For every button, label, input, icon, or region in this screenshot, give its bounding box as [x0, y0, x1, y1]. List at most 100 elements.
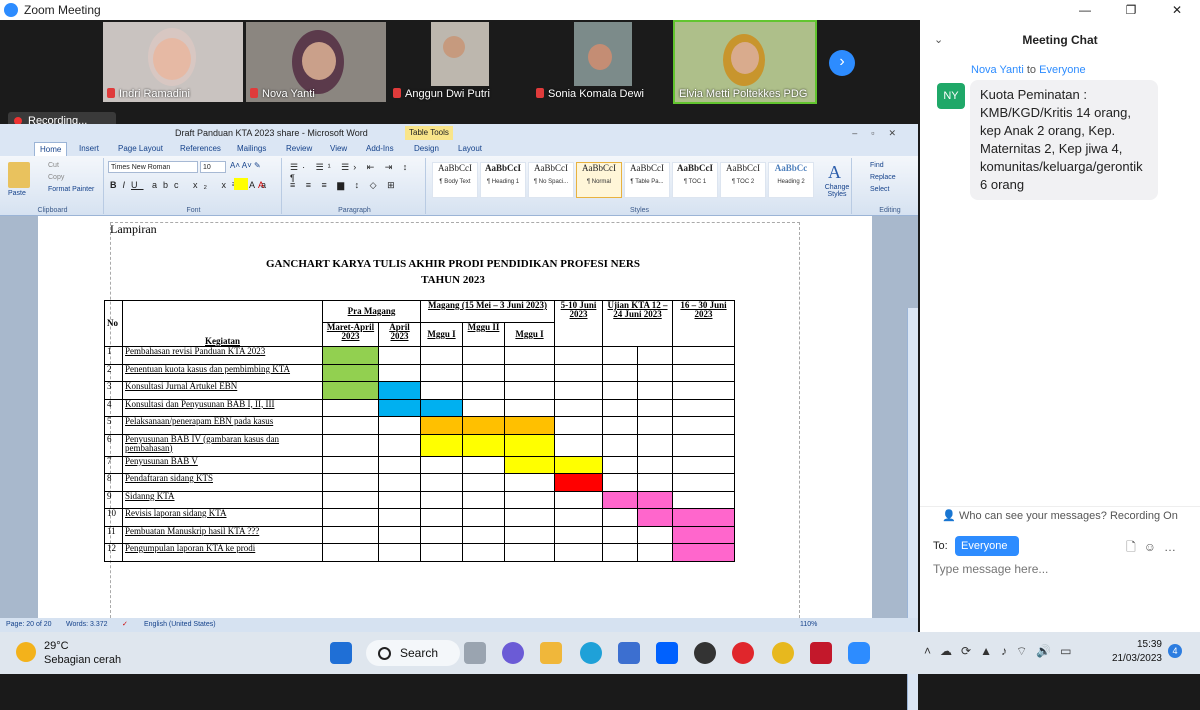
style-table-paragraph[interactable]: AaBbCcI ¶ Table Pa...	[624, 162, 670, 198]
tab-add-ins[interactable]: Add-Ins	[366, 144, 394, 153]
timeline-cell	[672, 433, 735, 457]
replace-button[interactable]: Replace	[870, 174, 896, 181]
timeline-cell	[322, 455, 379, 474]
tab-review[interactable]: Review	[286, 144, 312, 153]
timeline-cell	[322, 525, 379, 544]
timeline-cell	[420, 363, 463, 382]
tab-design[interactable]: Design	[414, 144, 439, 153]
zoom-logo-icon	[4, 3, 18, 17]
chat-title: Meeting Chat	[1022, 33, 1098, 47]
zoom-icon[interactable]	[848, 642, 870, 664]
dropbox-icon[interactable]	[656, 642, 678, 664]
notification-badge[interactable]: 4	[1168, 644, 1182, 658]
timeline-cell	[672, 416, 735, 435]
next-page-button[interactable]: ›	[829, 50, 855, 76]
tab-view[interactable]: View	[330, 144, 347, 153]
meeting-stage: Indri Ramadini Nova Yanti Anggun Dwi Put…	[0, 20, 920, 710]
row-kegiatan: Pembahasan revisi Panduan KTA 2023	[122, 346, 323, 365]
select-button[interactable]: Select	[870, 186, 889, 193]
who-can-see-link[interactable]: 👤 Who can see your messages? Recording O…	[920, 506, 1200, 522]
change-styles-button[interactable]: Change Styles	[820, 184, 854, 198]
find-button[interactable]: Find	[870, 162, 884, 169]
header-5-10-juni: 5-10 Juni 2023	[554, 300, 603, 347]
file-explorer-icon[interactable]	[540, 642, 562, 664]
clipboard-group: Paste Cut Copy Format Painter Clipboard	[2, 158, 104, 214]
document-area: Lampiran GANCHART KARYA TULIS AKHIR PROD…	[0, 216, 918, 710]
chrome-icon[interactable]	[772, 642, 794, 664]
lampiran-text: Lampiran	[110, 222, 157, 236]
style-body-text[interactable]: AaBbCcI ¶ Body Text	[432, 162, 478, 198]
row-number: 8	[104, 473, 123, 492]
font-name-select[interactable]: Times New Roman	[108, 161, 198, 173]
header-minggu-2: Mggu II	[462, 322, 505, 347]
tab-references[interactable]: References	[180, 144, 221, 153]
store-icon[interactable]	[618, 642, 640, 664]
clock[interactable]: 15:39 21/03/2023	[1100, 638, 1162, 666]
timeline-cell	[462, 455, 505, 474]
table-tools-label: Table Tools	[405, 126, 453, 140]
participant-tile[interactable]: Anggun Dwi Putri	[389, 22, 529, 102]
style-toc-2[interactable]: AaBbCcI ¶ TOC 2	[720, 162, 766, 198]
format-painter-button[interactable]: Format Painter	[48, 186, 94, 193]
participant-tile-active-speaker[interactable]: Elvia Metti Poltekkes PDG	[673, 20, 817, 104]
font-size-select[interactable]: 10	[200, 161, 226, 173]
style-heading-1[interactable]: AaBbCcI ¶ Heading 1	[480, 162, 526, 198]
header-kegiatan: Kegiatan	[122, 300, 323, 347]
timeline-cell	[322, 363, 379, 382]
taskbar-search[interactable]: Search	[366, 640, 460, 666]
shared-screen-word: Draft Panduan KTA 2023 share - Microsoft…	[0, 124, 918, 710]
task-view-icon[interactable]	[464, 642, 486, 664]
chat-message-input[interactable]	[933, 560, 1183, 578]
document-page[interactable]: Lampiran GANCHART KARYA TULIS AKHIR PROD…	[38, 216, 872, 618]
style-no-spacing[interactable]: AaBbCcI ¶ No Spaci...	[528, 162, 574, 198]
recipient-select[interactable]: Everyone ⌄	[955, 536, 1019, 572]
timeline-cell	[637, 473, 673, 492]
participant-tile[interactable]: Sonia Komala Dewi	[532, 22, 672, 102]
timeline-cell	[554, 381, 603, 400]
timeline-cell	[637, 346, 673, 365]
alignment-buttons[interactable]: ≡ ≡ ≡ ▆ ↕ ◇ ⊞	[290, 180, 399, 191]
copy-button[interactable]: Copy	[48, 174, 64, 181]
timeline-cell	[504, 346, 555, 365]
timeline-cell	[672, 473, 735, 492]
highlight-color-icon[interactable]	[234, 178, 248, 190]
cut-button[interactable]: Cut	[48, 162, 59, 169]
grow-shrink-font-buttons[interactable]: A˄ A˅ ✎	[230, 161, 261, 170]
chat-message: Kuota Peminatan : KMB/KGD/Kritis 14 oran…	[970, 80, 1158, 200]
opera-icon[interactable]	[732, 642, 754, 664]
timeline-cell	[672, 543, 735, 562]
row-number: 9	[104, 490, 123, 509]
tab-mailings[interactable]: Mailings	[237, 144, 266, 153]
style-heading-2[interactable]: AaBbCc Heading 2	[768, 162, 814, 198]
word-window-controls[interactable]: –▫✕	[852, 124, 910, 142]
change-styles-icon[interactable]: A	[828, 162, 841, 183]
minimize-button[interactable]: —	[1062, 0, 1108, 20]
app-icon[interactable]	[694, 642, 716, 664]
zoom-level[interactable]: 110%	[800, 618, 817, 632]
participant-tile[interactable]: Indri Ramadini	[103, 22, 243, 102]
style-normal[interactable]: AaBbCcI ¶ Normal	[576, 162, 622, 198]
chat-tools[interactable]: 🗋☺…	[1126, 538, 1184, 559]
paste-button[interactable]: Paste	[8, 190, 26, 197]
close-button[interactable]: ✕	[1154, 0, 1200, 20]
edge-icon[interactable]	[580, 642, 602, 664]
tab-insert[interactable]: Insert	[79, 144, 99, 153]
timeline-cell	[554, 363, 603, 382]
security-app-icon[interactable]	[810, 642, 832, 664]
tab-home[interactable]: Home	[34, 142, 68, 156]
tab-layout[interactable]: Layout	[458, 144, 482, 153]
start-icon[interactable]	[330, 642, 352, 664]
maximize-button[interactable]: ❐	[1108, 0, 1154, 20]
proofing-icon[interactable]: ✓	[122, 618, 128, 632]
style-toc-1[interactable]: AaBbCcI ¶ TOC 1	[672, 162, 718, 198]
font-color-icon[interactable]: A	[258, 180, 264, 190]
timeline-cell	[672, 398, 735, 417]
system-tray[interactable]: ˄☁⟳▲♪⌔🔊▭	[924, 644, 1081, 659]
tab-page-layout[interactable]: Page Layout	[118, 144, 163, 153]
timeline-cell	[602, 525, 638, 544]
document-heading: GANCHART KARYA TULIS AKHIR PRODI PENDIDI…	[265, 258, 640, 270]
participant-tile[interactable]: Nova Yanti	[246, 22, 386, 102]
chevron-down-icon[interactable]: ⌄	[934, 20, 943, 60]
chat-app-icon[interactable]	[502, 642, 524, 664]
paste-icon[interactable]	[8, 162, 30, 188]
